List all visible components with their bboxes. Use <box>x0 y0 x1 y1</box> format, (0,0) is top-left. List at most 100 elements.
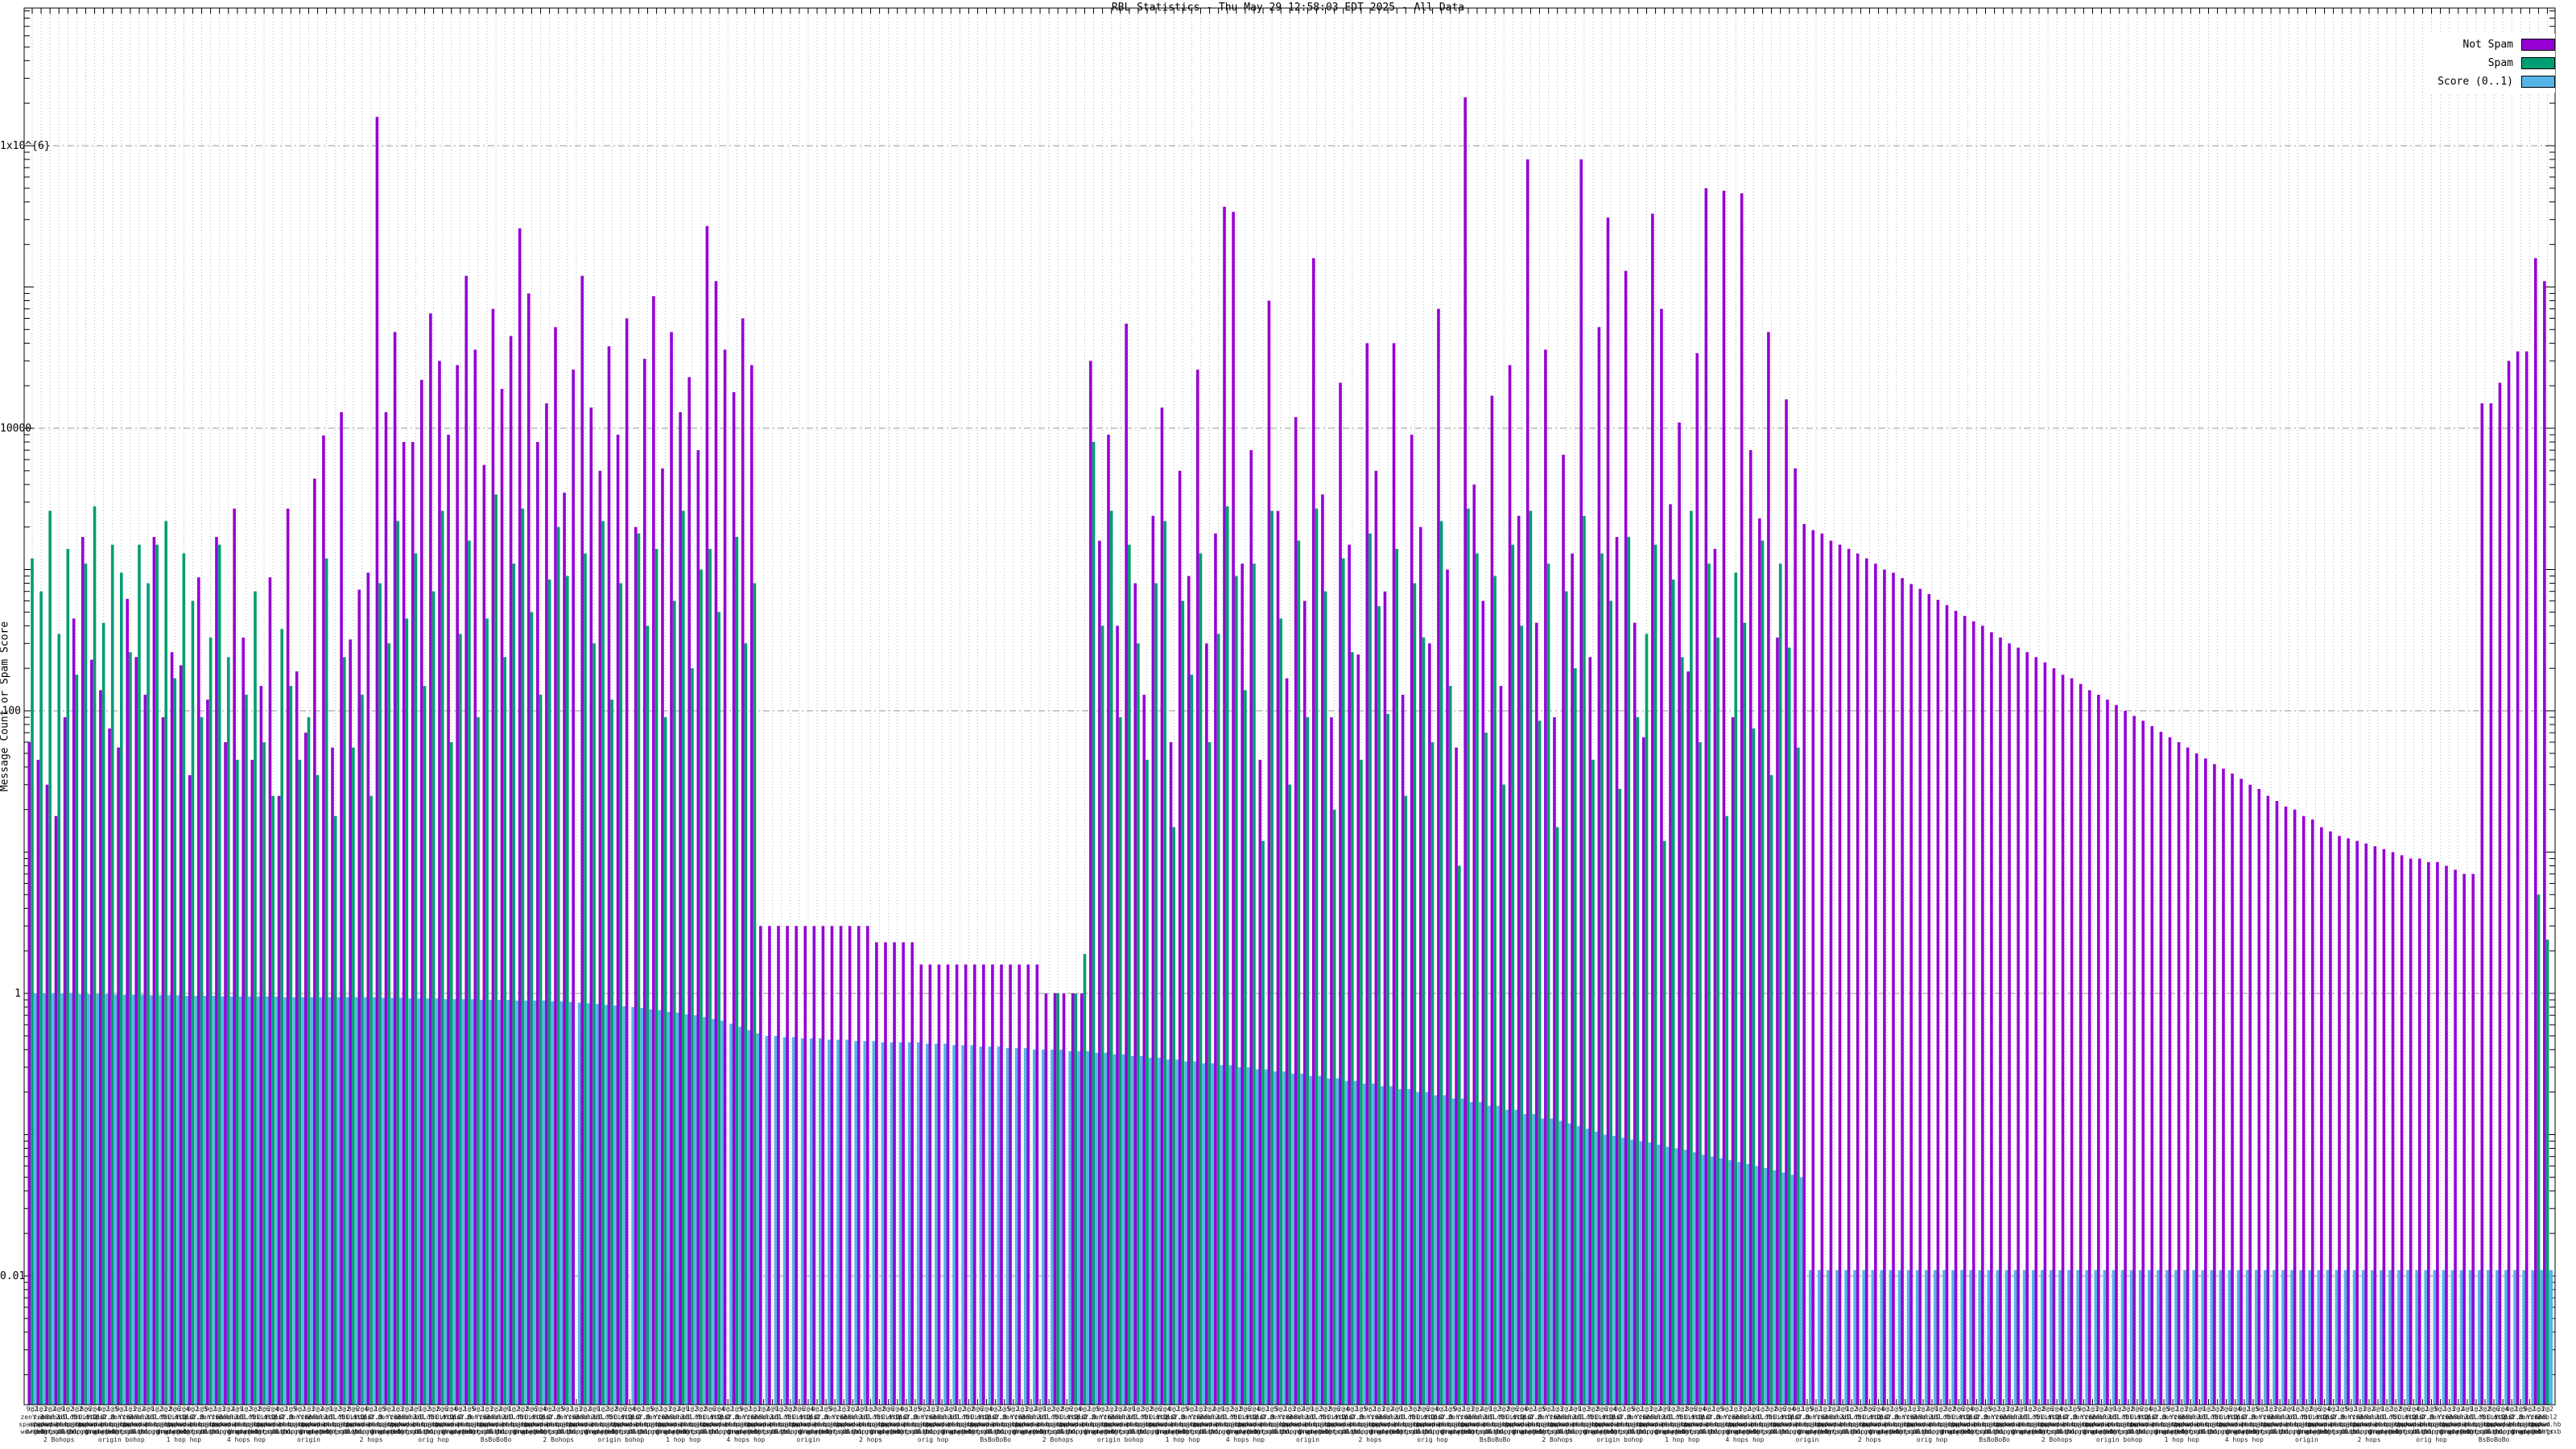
bar-notspam <box>2034 657 2038 1405</box>
bar-notspam <box>2061 675 2065 1405</box>
bar-spam <box>262 741 266 1405</box>
bar-notspam <box>509 336 513 1405</box>
bar-notspam <box>1446 569 1449 1405</box>
bar-score <box>2549 1269 2553 1405</box>
bar-notspam <box>1641 737 1645 1405</box>
bar-spam <box>1609 601 1612 1405</box>
bar-notspam <box>1267 300 1271 1406</box>
bar-notspam <box>1864 558 1868 1405</box>
bar-notspam <box>80 537 85 1406</box>
bar-notspam <box>45 784 49 1405</box>
bar-notspam <box>830 926 834 1405</box>
bar-spam <box>459 634 462 1405</box>
bar-notspam <box>1125 324 1128 1405</box>
bar-notspam <box>910 942 914 1405</box>
bar-spam <box>1288 784 1292 1405</box>
bar-spam <box>672 601 676 1405</box>
bar-notspam <box>411 442 415 1405</box>
bar-spam <box>1323 591 1327 1405</box>
legend-item-notspam: Not Spam <box>2438 35 2555 54</box>
bar-notspam <box>2115 704 2118 1405</box>
bar-spam <box>1707 564 1711 1405</box>
bar-notspam <box>1544 349 1547 1405</box>
bar-spam <box>1743 622 1747 1405</box>
bar-notspam <box>2310 819 2314 1405</box>
bar-spam <box>521 508 525 1405</box>
bar-notspam <box>2159 732 2163 1405</box>
bar-notspam <box>2017 647 2020 1405</box>
bar-spam <box>200 717 204 1405</box>
bar-notspam <box>661 468 664 1405</box>
bar-spam <box>1671 579 1675 1405</box>
bar-notspam <box>1249 450 1253 1405</box>
bar-notspam <box>848 926 852 1405</box>
bar-notspam <box>1116 625 1119 1405</box>
bar-notspam <box>786 926 789 1405</box>
bar-notspam <box>2489 403 2493 1406</box>
bar-notspam <box>1909 584 1913 1405</box>
bar-notspam <box>2213 764 2216 1405</box>
bar-notspam <box>643 358 646 1406</box>
bar-spam <box>1306 717 1310 1405</box>
legend-item-spam: Spam <box>2438 54 2555 72</box>
bar-notspam <box>2373 846 2377 1405</box>
y-tick-label-0.01: 0.01 <box>0 1270 26 1282</box>
bar-spam <box>1128 544 1131 1406</box>
bar-spam <box>1216 634 1220 1405</box>
bar-notspam <box>518 228 522 1406</box>
bar-notspam <box>1356 654 1360 1405</box>
bar-spam <box>663 717 667 1405</box>
bar-notspam <box>2132 716 2136 1405</box>
bar-notspam <box>1142 695 1146 1405</box>
bar-notspam <box>2543 281 2546 1405</box>
bar-spam <box>271 795 275 1405</box>
bar-spam <box>2545 939 2549 1405</box>
bar-notspam <box>2266 795 2270 1405</box>
bar-spam <box>1199 553 1203 1405</box>
bar-notspam <box>2364 843 2368 1405</box>
bar-spam <box>1235 576 1238 1405</box>
bar-notspam <box>607 346 611 1405</box>
bar-spam <box>1778 564 1782 1405</box>
bar-notspam <box>1633 622 1637 1405</box>
bar-notspam <box>1553 717 1556 1405</box>
bar-notspam <box>1517 515 1521 1405</box>
bar-spam <box>316 775 320 1405</box>
bar-notspam <box>2301 815 2306 1405</box>
bar-notspam <box>1133 583 1137 1405</box>
y-tick-label-1: 1 <box>14 988 21 1000</box>
bar-spam <box>1244 690 1247 1405</box>
bar-spam <box>84 564 88 1405</box>
bar-notspam <box>188 775 192 1405</box>
bar-spam <box>1137 643 1140 1405</box>
bar-notspam <box>126 598 129 1405</box>
bar-notspam <box>197 577 200 1405</box>
bar-spam <box>1476 553 1479 1405</box>
legend: Not Spam Spam Score (0..1) <box>2429 34 2555 93</box>
bar-notspam <box>2329 831 2332 1405</box>
bar-notspam <box>438 361 441 1405</box>
bar-notspam <box>563 493 566 1405</box>
bar-notspam <box>1169 741 1173 1405</box>
bar-notspam <box>1579 159 1583 1406</box>
bar-notspam <box>1044 993 1048 1405</box>
bar-spam <box>744 643 748 1405</box>
bar-notspam <box>277 795 281 1405</box>
bar-spam <box>236 759 239 1405</box>
bar-spam <box>1627 537 1631 1406</box>
bar-notspam <box>1339 382 1342 1406</box>
bar-notspam <box>972 964 976 1405</box>
legend-item-score: Score (0..1) <box>2438 72 2555 91</box>
bar-notspam <box>1410 435 1414 1405</box>
bar-notspam <box>27 741 31 1405</box>
bar-spam <box>601 521 605 1406</box>
bar-spam <box>254 591 257 1405</box>
bar-notspam <box>1463 97 1467 1406</box>
bar-notspam <box>2177 741 2181 1405</box>
bar-spam <box>1430 741 1435 1405</box>
bar-spam <box>700 569 703 1405</box>
bar-notspam <box>2516 351 2520 1405</box>
bars-layer <box>27 97 2553 1406</box>
bar-spam <box>440 510 444 1406</box>
bar-notspam <box>1428 643 1431 1405</box>
